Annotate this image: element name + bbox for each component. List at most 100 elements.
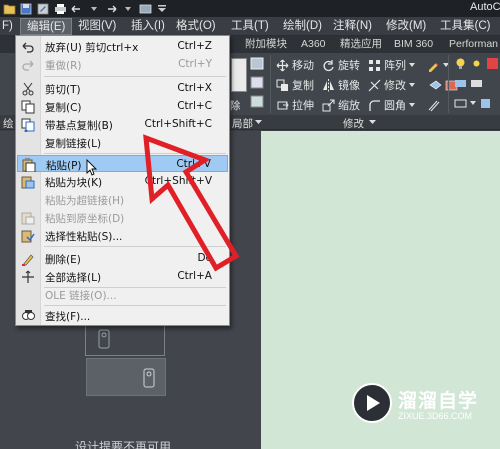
move-tool-label[interactable]: 移动 <box>292 57 314 73</box>
menu-view[interactable]: 视图(V) <box>72 18 122 35</box>
phone-icon <box>98 329 110 349</box>
ribbon-row-2: 复制 镜像 修改 <box>276 77 458 93</box>
menu-insert[interactable]: 插入(I) <box>125 18 171 35</box>
menu-item-shortcut: Ctrl+Y <box>178 58 212 70</box>
tab-performance[interactable]: Performan <box>449 37 498 52</box>
match-properties-icon[interactable] <box>250 57 264 70</box>
menu-item-shortcut: Ctrl+Shift+V <box>144 175 212 187</box>
tab-addins[interactable]: 附加模块 <box>245 37 287 52</box>
open-icon[interactable] <box>2 2 16 16</box>
dropdown-arrow-icon[interactable] <box>87 2 101 16</box>
panel-expand-icon[interactable] <box>255 120 262 125</box>
paste-special-icon <box>21 229 35 243</box>
layer-walk-icon[interactable] <box>470 77 483 90</box>
menu-draw[interactable]: 绘制(D) <box>277 18 328 35</box>
panel-label-clipboard[interactable]: 局部 <box>232 116 253 131</box>
menu-item-label: 删除(E) <box>45 254 81 266</box>
fillet-icon[interactable] <box>368 99 381 112</box>
scale-icon[interactable] <box>322 99 335 112</box>
menu-item-ole-links[interactable]: OLE 链接(O)... <box>17 286 228 303</box>
rectangle-icon[interactable] <box>454 97 467 110</box>
menu-format[interactable]: 格式(O) <box>170 18 222 35</box>
mirror-tool-label[interactable]: 镜像 <box>338 77 360 93</box>
menu-item-cut[interactable]: 剪切(T) Ctrl+X <box>17 80 228 97</box>
rotate-tool-label[interactable]: 旋转 <box>338 57 360 73</box>
tab-bim360[interactable]: BIM 360 <box>394 37 433 52</box>
edit-menu-dropdown: 放弃(U) 剪切ctrl+x Ctrl+Z 重做(R) Ctrl+Y 剪切(T)… <box>15 35 230 326</box>
stretch-tool-label[interactable]: 拉伸 <box>292 97 314 113</box>
print-icon[interactable] <box>53 2 67 16</box>
menu-item-label: 粘贴为块(K) <box>45 177 103 189</box>
tab-a360[interactable]: A360 <box>301 37 326 52</box>
menu-item-erase[interactable]: 删除(E) De <box>17 250 228 267</box>
dropdown-arrow-icon[interactable] <box>121 2 135 16</box>
menu-modify[interactable]: 修改(M) <box>380 18 432 35</box>
copy-clip-icon[interactable] <box>250 76 264 89</box>
template-card[interactable] <box>86 358 166 396</box>
menu-item-find[interactable]: 查找(F)... <box>17 307 228 324</box>
copy-icon <box>21 100 35 114</box>
menu-item-paste-to-original[interactable]: 粘贴到原坐标(D) <box>17 209 228 226</box>
panel-label-modify[interactable]: 修改 <box>343 116 364 131</box>
sun-icon[interactable] <box>470 57 483 70</box>
save-icon[interactable] <box>19 2 33 16</box>
menu-item-undo[interactable]: 放弃(U) 剪切ctrl+x Ctrl+Z <box>17 38 228 55</box>
layer-state-icon[interactable] <box>454 77 467 90</box>
offset-icon[interactable] <box>427 99 440 112</box>
menu-item-shortcut: Ctrl+Shift+C <box>144 118 212 130</box>
copy-icon[interactable] <box>276 79 289 92</box>
array-tool-label[interactable]: 阵列 <box>384 57 406 73</box>
trim-icon[interactable] <box>368 79 381 92</box>
paste-clip-icon[interactable] <box>250 95 264 108</box>
chevron-down-icon[interactable] <box>409 62 415 68</box>
menu-item-copy-link[interactable]: 复制链接(L) <box>17 134 228 151</box>
ribbon-separator <box>270 55 271 113</box>
chevron-down-icon[interactable] <box>409 102 415 108</box>
chevron-down-icon[interactable] <box>409 82 415 88</box>
rotate-icon[interactable] <box>322 59 335 72</box>
menu-item-shortcut: De <box>197 252 212 264</box>
menu-item-label: 带基点复制(B) <box>45 120 113 132</box>
move-icon[interactable] <box>276 59 289 72</box>
menu-edit[interactable]: 编辑(E) <box>20 18 73 35</box>
tab-featured-apps[interactable]: 精选应用 <box>340 37 382 52</box>
fillet-tool-label[interactable]: 圆角 <box>384 97 406 113</box>
design-feed-notice: 设计提要不再可用 <box>75 440 172 449</box>
menu-annotate[interactable]: 注释(N) <box>327 18 378 35</box>
paste-large-button[interactable] <box>231 58 247 92</box>
stretch-icon[interactable] <box>276 99 289 112</box>
menu-separator <box>44 305 226 306</box>
chevron-down-icon[interactable] <box>470 101 476 106</box>
scale-tool-label[interactable]: 缩放 <box>338 97 360 113</box>
modify-tool-label[interactable]: 修改 <box>384 77 406 93</box>
customize-qat-icon[interactable] <box>155 2 169 16</box>
menu-item-select-all[interactable]: 全部选择(L) Ctrl+A <box>17 268 228 285</box>
panel-expand-icon[interactable] <box>369 120 376 125</box>
color-icon[interactable] <box>486 57 499 70</box>
menu-file[interactable]: F) <box>0 18 19 35</box>
array-icon[interactable] <box>368 59 381 72</box>
copy-tool-label[interactable]: 复制 <box>292 77 314 93</box>
layer-icon[interactable] <box>429 79 442 92</box>
undo-arrow-icon[interactable] <box>70 2 84 16</box>
ribbon-fragment-label: 除 <box>230 100 241 112</box>
menu-item-paste[interactable]: 粘贴(P) Ctrl+V <box>17 155 228 172</box>
menu-item-copy-with-base[interactable]: 带基点复制(B) Ctrl+Shift+C <box>17 116 228 133</box>
pencil-icon[interactable] <box>427 59 440 72</box>
panel-label-draw[interactable]: 绘 <box>3 116 14 131</box>
menu-toolsets[interactable]: 工具集(C) <box>434 18 496 35</box>
menu-tools[interactable]: 工具(T) <box>225 18 275 35</box>
menu-item-label: 全部选择(L) <box>45 272 102 284</box>
redo-arrow-icon[interactable] <box>104 2 118 16</box>
mirror-icon[interactable] <box>322 78 335 92</box>
ribbon-right-row-1 <box>454 57 499 70</box>
save-as-icon[interactable] <box>36 2 50 16</box>
layer-icon[interactable] <box>479 97 492 110</box>
menu-item-copy[interactable]: 复制(C) Ctrl+C <box>17 98 228 115</box>
menu-item-paste-as-hyperlink[interactable]: 粘贴为超链接(H) <box>17 191 228 208</box>
lightbulb-icon[interactable] <box>454 57 467 70</box>
plot-icon[interactable] <box>138 2 152 16</box>
menu-item-redo[interactable]: 重做(R) Ctrl+Y <box>17 56 228 73</box>
menu-item-paste-as-block[interactable]: 粘贴为块(K) Ctrl+Shift+V <box>17 173 228 190</box>
menu-item-paste-special[interactable]: 选择性粘贴(S)... <box>17 227 228 244</box>
